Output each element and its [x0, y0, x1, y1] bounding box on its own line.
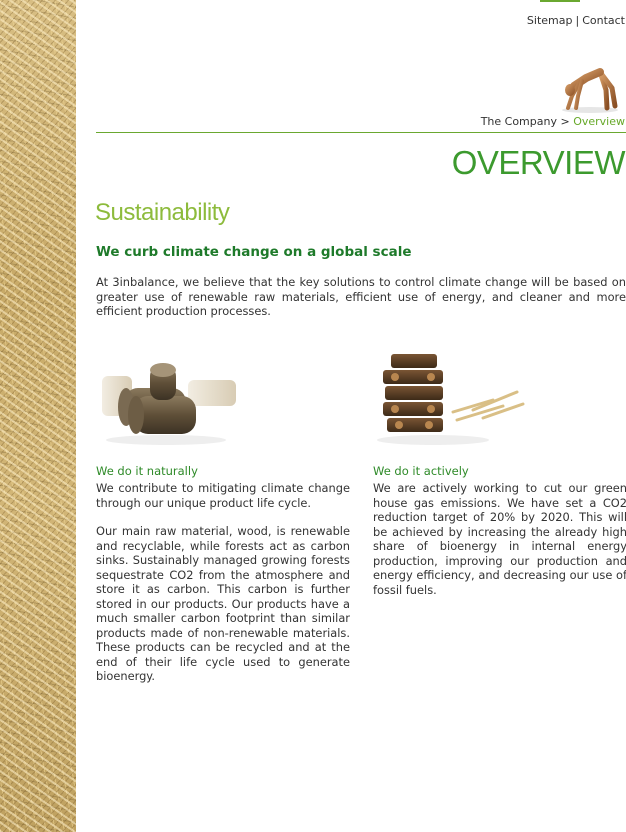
utility-nav: Sitemap | Contact — [527, 14, 625, 27]
breadcrumb-current: Overview — [573, 115, 625, 128]
column-heading: We do it actively — [373, 464, 469, 478]
column-natural: We do it naturally We contribute to miti… — [96, 340, 350, 684]
contact-link[interactable]: Contact — [582, 14, 625, 27]
utility-nav-separator: | — [575, 14, 580, 27]
wood-briquettes-image — [102, 363, 236, 445]
column-active: We do it actively We are actively workin… — [373, 340, 626, 597]
column-paragraph: Our main raw material, wood, is renewabl… — [96, 524, 350, 683]
section-subheading: We curb climate change on a global scale — [96, 244, 412, 260]
breadcrumb-separator: > — [560, 115, 570, 128]
page-title: OVERVIEW — [451, 144, 626, 181]
column-heading: We do it naturally — [96, 464, 198, 478]
header-divider — [96, 132, 626, 133]
top-accent-bar — [540, 0, 580, 2]
briquette-stack-image — [377, 354, 525, 445]
breadcrumb: The Company > Overview — [481, 115, 625, 128]
column-paragraph: We are actively working to cut our green… — [373, 481, 626, 597]
intro-paragraph: At 3inbalance, we believe that the key s… — [96, 275, 626, 318]
wooden-mannequin-image — [562, 68, 618, 113]
column-paragraph: We contribute to mitigating climate chan… — [96, 481, 350, 510]
wood-shavings-banner-image — [0, 0, 76, 832]
section-title: Sustainability — [95, 199, 230, 226]
breadcrumb-the-company[interactable]: The Company — [481, 115, 557, 128]
sitemap-link[interactable]: Sitemap — [527, 14, 573, 27]
